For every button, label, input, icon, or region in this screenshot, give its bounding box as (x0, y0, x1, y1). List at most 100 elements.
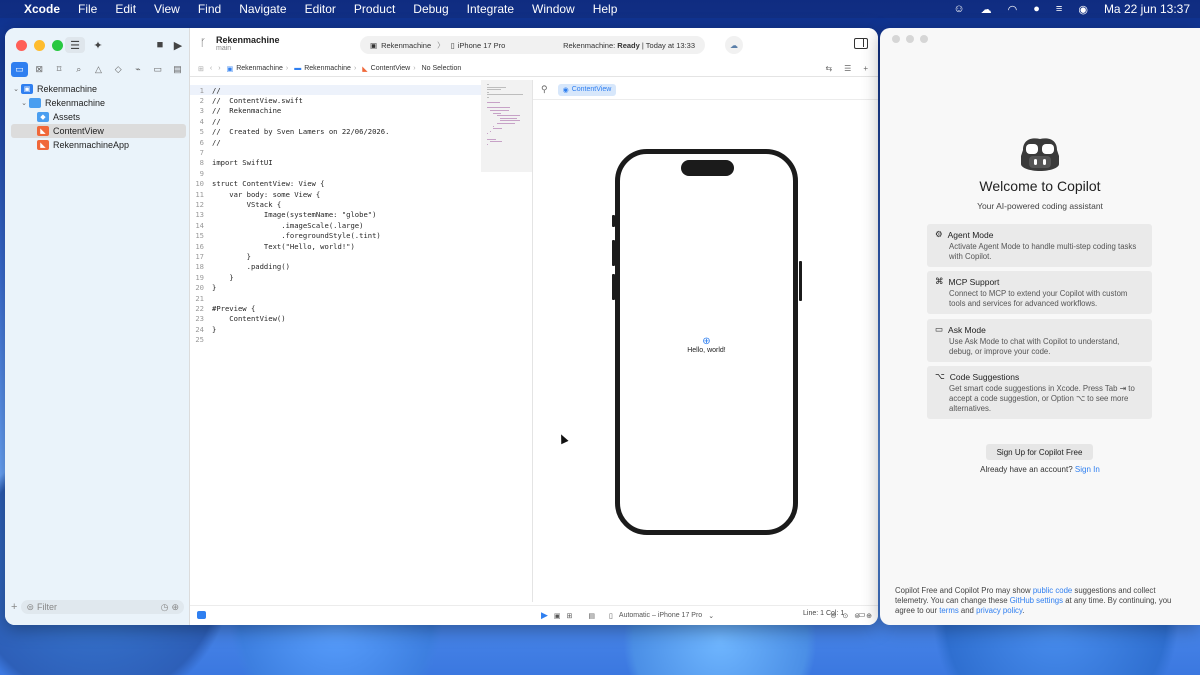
close-window-button[interactable] (892, 35, 900, 43)
code-line[interactable]: 11 var body: some View { (190, 189, 485, 199)
code-line[interactable]: 18 .padding() (190, 262, 485, 272)
code-line[interactable]: 14 .imageScale(.large) (190, 220, 485, 230)
menu-item-editor[interactable]: Editor (305, 2, 336, 16)
jump-segment-folder[interactable]: ▬ Rekenmachine › (294, 65, 356, 72)
menu-item-product[interactable]: Product (354, 2, 395, 16)
chevron-down-icon[interactable]: ⌄ (11, 85, 21, 93)
menu-item-file[interactable]: File (78, 2, 97, 16)
control-center-icon[interactable]: ≡ (1056, 3, 1062, 15)
cloud-sync-icon[interactable]: ☁ (725, 36, 743, 54)
iphone-preview[interactable]: ⊕ Hello, world! (615, 149, 798, 535)
bookmark-icon[interactable]: ⌑ (51, 62, 68, 77)
github-settings-link[interactable]: GitHub settings (1010, 596, 1063, 605)
navigator-toggle-button[interactable]: ☰ (65, 37, 85, 53)
menu-clock[interactable]: Ma 22 jun 13:37 (1104, 2, 1190, 16)
menu-item-debug[interactable]: Debug (413, 2, 448, 16)
user-icon[interactable]: ● (1033, 3, 1040, 15)
swap-icon[interactable]: ⇆ (825, 64, 832, 73)
minimize-window-button[interactable] (906, 35, 914, 43)
code-line[interactable]: 10 struct ContentView: View { (190, 179, 485, 189)
debug-area-icon[interactable] (197, 611, 206, 619)
pin-icon[interactable]: ⚲ (541, 84, 548, 95)
device-selector[interactable]: Automatic – iPhone 17 Pro (619, 612, 702, 619)
code-line[interactable]: 6 // (190, 137, 485, 147)
add-editor-icon[interactable]: + (863, 64, 868, 73)
add-spark-button[interactable]: ✦ (88, 37, 108, 53)
inspector-area-icon[interactable]: ▭ (858, 610, 866, 619)
menu-item-edit[interactable]: Edit (115, 2, 136, 16)
filter-field[interactable]: ⊜ Filter ◷ ⊕ (21, 600, 184, 614)
run-button[interactable]: ▶ (168, 37, 188, 53)
editor-options-icon[interactable]: ☰ (844, 64, 851, 73)
code-line[interactable]: 9 (190, 168, 485, 178)
code-line[interactable]: 19 } (190, 272, 485, 282)
tree-item[interactable]: ◆ Assets (11, 110, 186, 124)
copilot-status-icon[interactable]: ☺ (953, 3, 964, 15)
destination-selector[interactable]: iPhone 17 Pro (458, 41, 506, 50)
project-name[interactable]: Rekenmachine (216, 35, 280, 45)
code-line[interactable]: 24} (190, 324, 485, 334)
wifi-icon[interactable]: ◠ (1008, 3, 1018, 16)
preview-tab[interactable]: ◉ ContentView (557, 83, 617, 96)
signin-link[interactable]: Sign In (1075, 465, 1100, 474)
terms-link[interactable]: terms (939, 606, 959, 615)
tree-item[interactable]: ◣ RekenmachineApp (11, 138, 186, 152)
menu-item-view[interactable]: View (154, 2, 180, 16)
close-window-button[interactable] (16, 40, 27, 51)
code-line[interactable]: 2 // ContentView.swift (190, 95, 485, 105)
public-code-link[interactable]: public code (1033, 586, 1072, 595)
code-line[interactable]: 12 VStack { (190, 199, 485, 209)
menu-item-integrate[interactable]: Integrate (467, 2, 514, 16)
minimize-window-button[interactable] (34, 40, 45, 51)
code-line[interactable]: 16 Text("Hello, world!") (190, 241, 485, 251)
code-line[interactable]: 4 // (190, 116, 485, 126)
scheme-selector[interactable]: Rekenmachine (381, 41, 431, 50)
tree-item[interactable]: ⌄ Rekenmachine (11, 96, 186, 110)
back-icon[interactable]: ‹ (210, 65, 212, 72)
branch-name[interactable]: main (216, 45, 231, 52)
cloud-icon[interactable]: ☁ (981, 3, 992, 16)
breakpoint-navigator-icon[interactable]: ▭ (149, 62, 166, 77)
code-line[interactable]: 1 // (190, 85, 485, 96)
zoom-window-button[interactable] (52, 40, 63, 51)
menu-item-navigate[interactable]: Navigate (239, 2, 286, 16)
recent-files-icon[interactable]: ◷ (161, 602, 169, 613)
code-line[interactable]: 23 ContentView() (190, 314, 485, 324)
tree-item[interactable]: ⌄ ▣ Rekenmachine (11, 82, 186, 96)
inspector-toggle-icon[interactable] (854, 38, 868, 49)
zoom-in-icon[interactable]: ⊕ (866, 612, 872, 620)
menu-item-help[interactable]: Help (593, 2, 618, 16)
report-navigator-icon[interactable]: ▤ (169, 62, 186, 77)
menu-app-name[interactable]: Xcode (24, 2, 60, 16)
code-line[interactable]: 5 // Created by Sven Lamers on 22/06/2026… (190, 127, 485, 137)
source-control-icon[interactable]: ⊠ (31, 62, 48, 77)
zoom-window-button[interactable] (920, 35, 928, 43)
code-line[interactable]: 21 (190, 293, 485, 303)
code-line[interactable]: 22 #Preview { (190, 303, 485, 313)
test-navigator-icon[interactable]: ◇ (110, 62, 127, 77)
minimap[interactable] (481, 80, 533, 172)
code-line[interactable]: 13 Image(systemName: "globe") (190, 210, 485, 220)
code-line[interactable]: 8 import SwiftUI (190, 158, 485, 168)
variants-icon[interactable]: ⊞ (567, 612, 573, 620)
add-file-button[interactable]: + (11, 601, 17, 613)
stop-button[interactable]: ■ (150, 37, 170, 53)
code-line[interactable]: 7 (190, 147, 485, 157)
project-navigator-icon[interactable]: ▭ (11, 62, 28, 77)
issue-navigator-icon[interactable]: △ (90, 62, 107, 77)
code-line[interactable]: 17 } (190, 251, 485, 261)
selectable-mode-icon[interactable]: ▣ (554, 612, 561, 620)
menu-item-find[interactable]: Find (198, 2, 221, 16)
related-items-icon[interactable]: ⊞ (198, 65, 204, 73)
debug-navigator-icon[interactable]: ⌁ (130, 62, 147, 77)
chevron-down-icon[interactable]: ⌄ (19, 99, 29, 107)
jump-segment-symbol[interactable]: No Selection (422, 65, 462, 72)
forward-icon[interactable]: › (218, 65, 220, 72)
source-editor[interactable]: 1 // 2 // ContentView.swift 3 // Rekenmachine… (190, 85, 485, 605)
tree-item[interactable]: ◣ ContentView (11, 124, 186, 138)
privacy-policy-link[interactable]: privacy policy (976, 606, 1022, 615)
device-settings-icon[interactable]: ▤ (588, 612, 595, 620)
modified-files-icon[interactable]: ⊕ (171, 602, 179, 613)
jump-segment-project[interactable]: ▣ Rekenmachine › (227, 65, 289, 73)
code-line[interactable]: 3 // Rekenmachine (190, 106, 485, 116)
